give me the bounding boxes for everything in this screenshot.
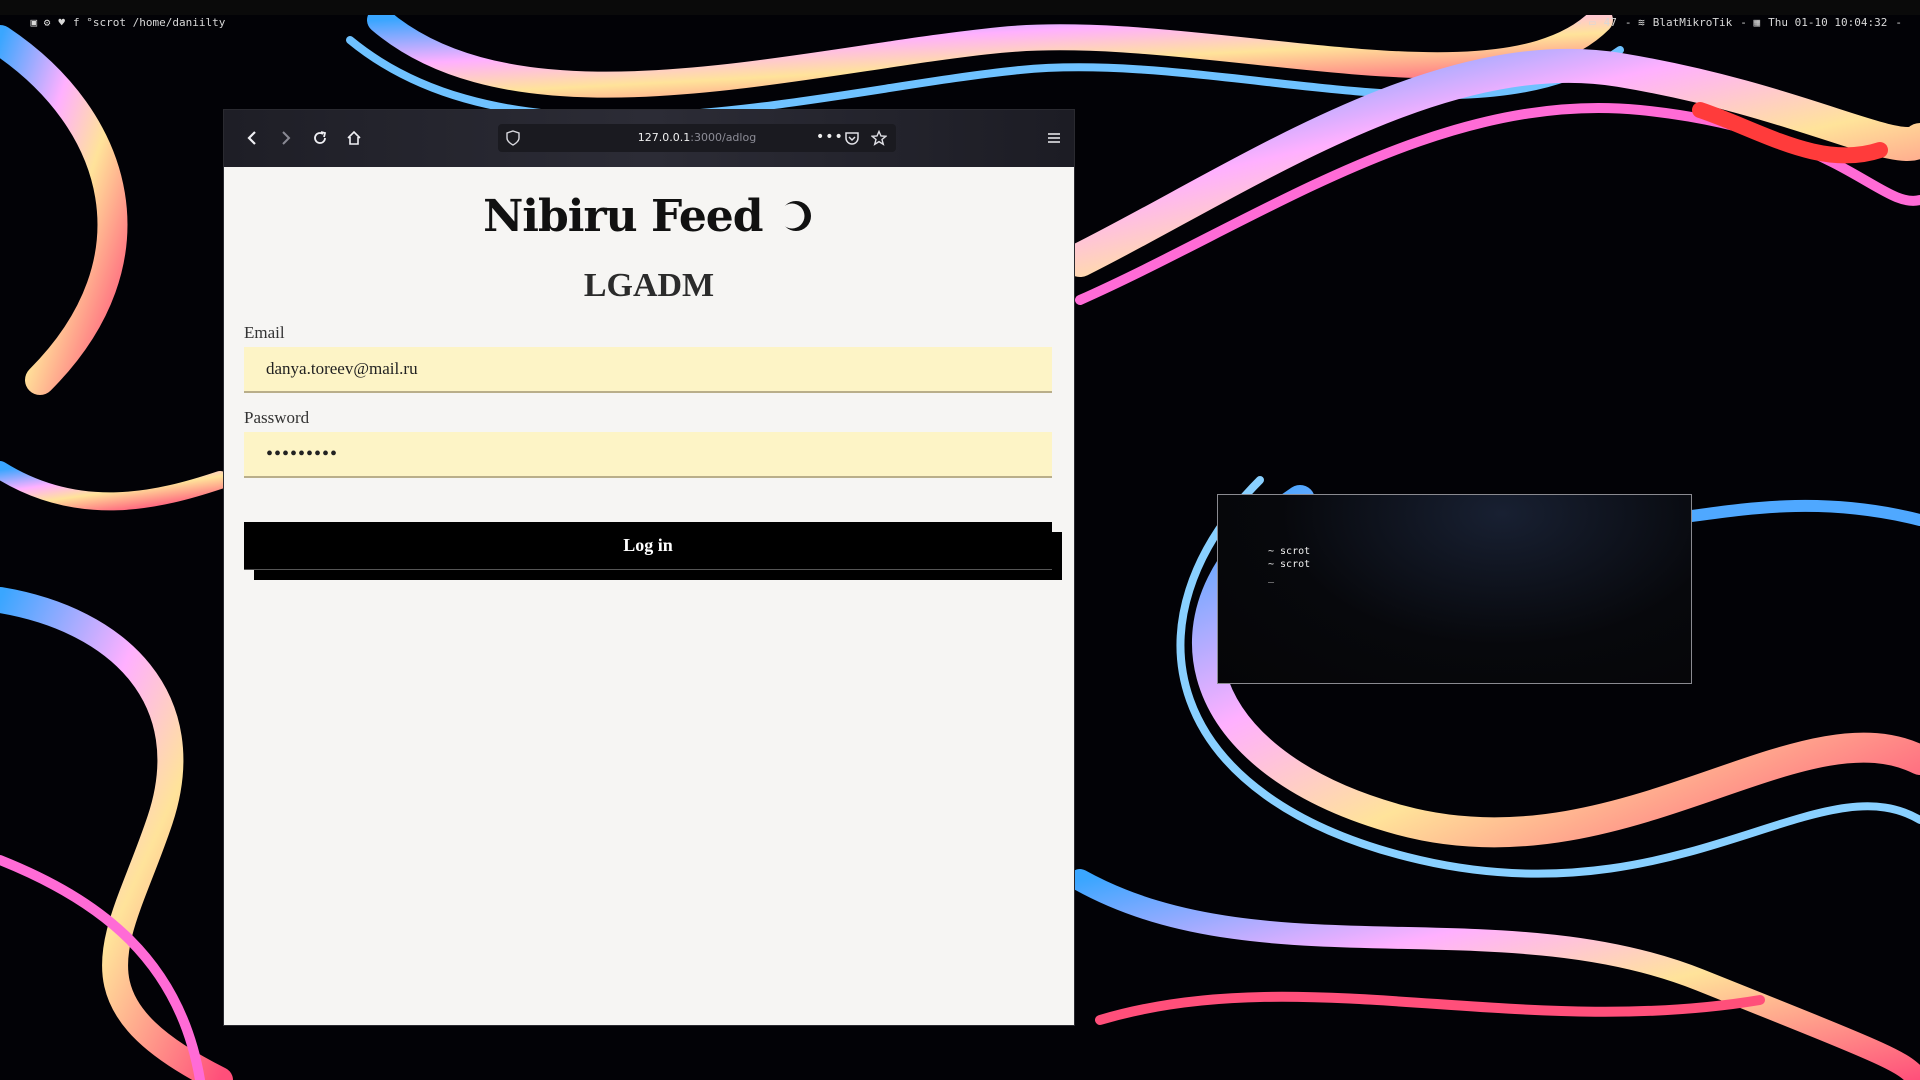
home-icon bbox=[347, 130, 361, 145]
datetime: Thu 01-10 10:04:32 bbox=[1768, 16, 1888, 29]
terminal-window[interactable]: ~ scrot ~ scrot _ bbox=[1217, 494, 1692, 684]
browser-toolbar: 127.0.0.1:3000/adlog ••• bbox=[224, 110, 1074, 167]
terminal-line: ~ scrot bbox=[1268, 546, 1311, 557]
site-logo: Nibiru Feed bbox=[224, 191, 1074, 242]
browser-window: 127.0.0.1:3000/adlog ••• Nibiru Feed LGA… bbox=[224, 110, 1074, 1025]
page-title: LGADM bbox=[583, 267, 715, 304]
hamburger-icon bbox=[1048, 133, 1060, 143]
star-icon[interactable] bbox=[871, 130, 887, 146]
home-button[interactable] bbox=[340, 124, 368, 152]
forward-button[interactable] bbox=[272, 124, 300, 152]
separator: - bbox=[1895, 16, 1902, 29]
terminal-line: ~ scrot bbox=[1268, 559, 1311, 570]
address-bar[interactable]: 127.0.0.1:3000/adlog ••• bbox=[498, 124, 896, 152]
page-content: Nibiru Feed LGADM Email Password Log in bbox=[224, 167, 1074, 1025]
battery-icon: - ▭ bbox=[1575, 16, 1596, 29]
terminal-cursor: _ bbox=[1268, 572, 1275, 583]
calendar-icon: - ▦ bbox=[1740, 16, 1761, 29]
crescent-icon bbox=[779, 201, 811, 231]
chevron-left-icon bbox=[247, 131, 256, 145]
status-bar-right: - ▭ 47 - ≋ BlatMikroTik - ▦ Thu 01-10 10:04:3… bbox=[1549, 0, 1910, 45]
wifi-icon: - ≋ bbox=[1624, 16, 1645, 29]
url-path: :3000/adlog bbox=[690, 131, 757, 144]
wifi-name: BlatMikroTik bbox=[1652, 16, 1733, 29]
menu-button[interactable] bbox=[1040, 124, 1068, 152]
back-button[interactable] bbox=[238, 124, 266, 152]
reload-icon bbox=[314, 131, 327, 144]
login-button[interactable]: Log in bbox=[244, 522, 1052, 570]
system-status-bar: ▣ ⚙ ♥ f °scrot /home/daniilty - ▭ 47 - ≋ Blat… bbox=[0, 0, 1920, 29]
status-bar-left: ▣ ⚙ ♥ f °scrot /home/daniilty bbox=[4, 0, 233, 45]
email-field[interactable] bbox=[244, 347, 1052, 393]
terminal-output: ~ scrot ~ scrot _ bbox=[1268, 545, 1310, 584]
password-field[interactable] bbox=[244, 432, 1052, 478]
logo-text: Nibiru Feed bbox=[483, 191, 763, 242]
page-actions-icon[interactable]: ••• bbox=[816, 124, 844, 150]
password-label: Password bbox=[244, 408, 310, 427]
workspace-icon[interactable]: ▣ ⚙ bbox=[31, 16, 51, 29]
url-host: 127.0.0.1 bbox=[637, 131, 691, 144]
email-label: Email bbox=[244, 323, 285, 342]
battery-level: 47 bbox=[1603, 16, 1617, 29]
active-window-title: f °scrot /home/daniilty bbox=[73, 16, 226, 29]
chevron-right-icon bbox=[282, 131, 291, 145]
pocket-icon[interactable] bbox=[844, 130, 860, 146]
reload-button[interactable] bbox=[306, 124, 334, 152]
heart-icon: ♥ bbox=[58, 16, 65, 29]
